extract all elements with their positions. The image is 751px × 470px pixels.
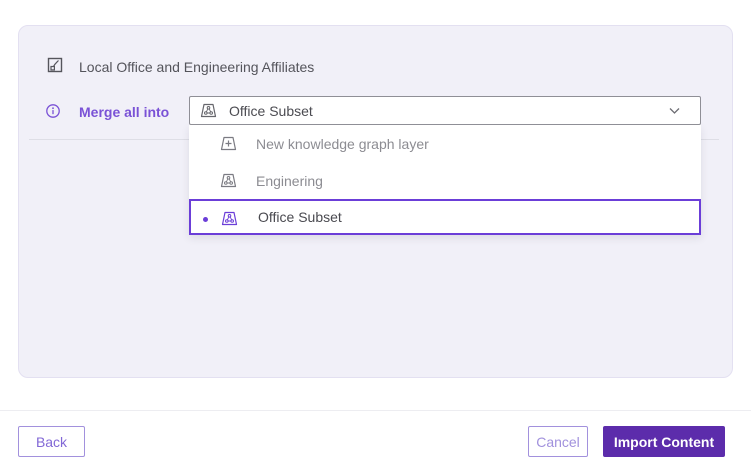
knowledge-graph-layer-icon — [200, 103, 217, 118]
menu-option-label: Office Subset — [258, 209, 342, 225]
map-layer-edit-icon — [47, 57, 63, 73]
import-options-panel: Local Office and Engineering Affiliates … — [18, 25, 733, 378]
back-button[interactable]: Back — [18, 426, 85, 457]
menu-option-new-knowledge-graph-layer[interactable]: New knowledge graph layer — [189, 125, 701, 162]
selected-option-value: Office Subset — [229, 103, 313, 119]
merge-target-menu: New knowledge graph layer Enginering — [189, 125, 701, 235]
import-content-button[interactable]: Import Content — [603, 426, 725, 457]
knowledge-graph-layer-icon — [220, 173, 237, 188]
menu-option-office-subset[interactable]: Office Subset — [189, 199, 701, 235]
info-circle-icon[interactable] — [45, 103, 61, 119]
footer-divider — [0, 410, 751, 411]
selected-bullet-dot — [203, 217, 208, 222]
source-layer-label: Local Office and Engineering Affiliates — [79, 59, 314, 75]
chevron-down-icon — [669, 107, 680, 115]
merge-target-select[interactable]: Office Subset — [189, 96, 701, 125]
merge-all-into-label: Merge all into — [79, 104, 169, 120]
knowledge-graph-layer-icon — [221, 211, 238, 226]
menu-option-label: New knowledge graph layer — [256, 136, 429, 152]
new-layer-plus-icon — [220, 136, 237, 151]
menu-option-label: Enginering — [256, 173, 323, 189]
menu-option-enginering[interactable]: Enginering — [189, 162, 701, 199]
cancel-button[interactable]: Cancel — [528, 426, 588, 457]
